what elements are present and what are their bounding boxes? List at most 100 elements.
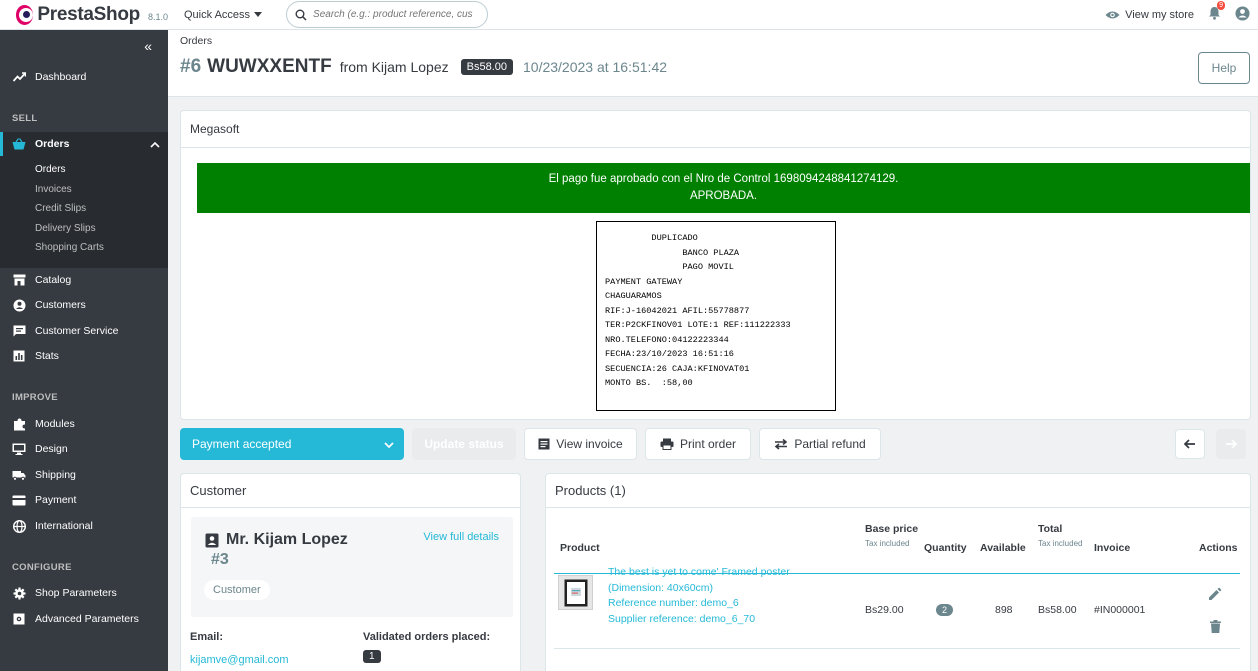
product-available: 898 (995, 604, 1013, 616)
product-details[interactable]: The best is yet to come' Framed poster (… (608, 565, 790, 627)
store-icon (12, 273, 26, 287)
page-header: Orders #6 WUWXXENTF from Kijam Lopez Bs5… (168, 30, 1258, 97)
base-price-header-text: Base price (865, 523, 919, 535)
chevron-down-icon (384, 438, 394, 452)
brand-logo[interactable]: PrestaShop 8.1.0 (0, 4, 168, 26)
sidebar: « Dashboard SELL Orders Orders Invoices … (0, 30, 168, 671)
approval-status: APROBADA. (689, 190, 758, 202)
base-price-header-note: Tax included (865, 539, 910, 548)
sidebar-item-stats[interactable]: Stats (0, 344, 168, 368)
order-number: #6 (180, 56, 202, 77)
approval-message: El pago fue aprobado con el Nro de Contr… (548, 173, 899, 185)
page-title: #6 WUWXXENTF from Kijam Lopez Bs58.00 10… (180, 56, 667, 78)
product-reference: Reference number: demo_6 (608, 597, 739, 609)
sidebar-label-orders: Orders (35, 138, 70, 150)
orders-submenu: Orders Invoices Credit Slips Delivery Sl… (0, 156, 168, 268)
column-header-base-price: Base price Tax included (865, 522, 920, 551)
collapse-sidebar-icon[interactable]: « (144, 38, 152, 54)
view-store-label: View my store (1125, 8, 1194, 21)
sidebar-item-modules[interactable]: Modules (0, 412, 168, 436)
submenu-item-shopping-carts[interactable]: Shopping Carts (35, 242, 104, 253)
sidebar-item-dashboard[interactable]: Dashboard (0, 65, 168, 89)
column-header-available: Available (980, 542, 1026, 554)
framed-poster-image (564, 579, 587, 606)
customer-card: Mr. Kijam Lopez #3 View full details Cus… (191, 517, 513, 617)
sidebar-item-shipping[interactable]: Shipping (0, 463, 168, 487)
total-header-text: Total (1038, 523, 1063, 535)
sidebar-item-shop-parameters[interactable]: Shop Parameters (0, 581, 168, 605)
total-header-note: Tax included (1038, 539, 1083, 548)
breadcrumb[interactable]: Orders (180, 35, 212, 47)
search-box[interactable] (286, 1, 489, 28)
bar-chart-icon (12, 349, 26, 363)
arrow-right-icon (1226, 439, 1237, 449)
update-status-button[interactable]: Update status (412, 428, 516, 460)
customer-panel-title: Customer (181, 474, 520, 508)
order-customer: from Kijam Lopez (339, 59, 449, 75)
email-label: Email: (190, 631, 224, 643)
sidebar-item-international[interactable]: International (0, 514, 168, 538)
sidebar-item-advanced-parameters[interactable]: Advanced Parameters (0, 607, 168, 631)
product-name: The best is yet to come' Framed poster (608, 566, 790, 578)
view-invoice-button[interactable]: View invoice (524, 428, 637, 460)
partial-refund-button[interactable]: Partial refund (759, 428, 881, 460)
view-invoice-label: View invoice (556, 437, 623, 451)
prestashop-logo-icon (16, 4, 34, 25)
products-panel-title: Products (1) (546, 474, 1250, 508)
print-order-label: Print order (679, 437, 737, 451)
sidebar-item-design[interactable]: Design (0, 437, 168, 461)
sidebar-item-customers[interactable]: Customers (0, 293, 168, 317)
column-header-actions: Actions (1199, 542, 1238, 554)
printer-icon (660, 438, 674, 450)
sidebar-label-design: Design (35, 443, 68, 455)
sidebar-label-shipping: Shipping (35, 469, 76, 481)
search-icon (295, 9, 307, 21)
product-supplier-reference: Supplier reference: demo_6_70 (608, 612, 756, 625)
caret-down-icon (254, 12, 263, 17)
view-full-details-link[interactable]: View full details (423, 531, 499, 543)
voucher-text: DUPLICADO BANCO PLAZA PAGO MOVIL PAYMENT… (605, 233, 791, 388)
quick-access-dropdown[interactable]: Quick Access (184, 9, 263, 21)
submenu-item-invoices[interactable]: Invoices (35, 184, 72, 195)
sidebar-label-customers: Customers (35, 299, 86, 311)
view-store-link[interactable]: View my store (1105, 9, 1194, 21)
contact-card-icon (205, 533, 219, 547)
sidebar-item-orders[interactable]: Orders (0, 132, 168, 156)
delete-trash-icon[interactable] (1210, 620, 1221, 636)
account-circle-icon (12, 298, 26, 312)
notifications-button[interactable]: 9 (1208, 1, 1225, 23)
print-order-button[interactable]: Print order (645, 428, 751, 460)
brand-name: PrestaShop (37, 3, 140, 25)
submenu-item-delivery-slips[interactable]: Delivery Slips (35, 223, 96, 234)
swap-arrows-icon (775, 438, 788, 450)
basket-icon (12, 137, 26, 151)
order-status-select[interactable]: Payment accepted (180, 428, 404, 460)
product-thumbnail[interactable] (558, 575, 593, 610)
account-button[interactable] (1235, 6, 1250, 24)
sidebar-label-payment: Payment (35, 494, 77, 506)
customer-email-link[interactable]: kijamve@gmail.com (190, 654, 289, 666)
top-header: PrestaShop 8.1.0 Quick Access View my st… (0, 0, 1258, 30)
sidebar-label-dashboard: Dashboard (35, 71, 87, 83)
customer-name: Mr. Kijam Lopez (205, 531, 348, 549)
section-configure: CONFIGURE (12, 562, 72, 573)
column-header-product: Product (560, 542, 600, 554)
search-input[interactable] (313, 9, 474, 20)
previous-order-button[interactable] (1175, 429, 1205, 459)
submenu-item-credit-slips[interactable]: Credit Slips (35, 203, 86, 214)
megasoft-panel: Megasoft El pago fue aprobado con el Nro… (180, 110, 1251, 420)
next-order-button[interactable] (1216, 429, 1246, 459)
sidebar-label-catalog: Catalog (35, 274, 72, 286)
credit-card-icon (12, 493, 26, 507)
submenu-item-orders[interactable]: Orders (35, 164, 66, 175)
sidebar-item-catalog[interactable]: Catalog (0, 268, 168, 292)
order-total-badge: Bs58.00 (460, 59, 513, 75)
sidebar-label-stats: Stats (35, 350, 59, 362)
help-button[interactable]: Help (1198, 52, 1250, 84)
edit-pencil-icon[interactable] (1208, 587, 1222, 604)
sidebar-item-customer-service[interactable]: Customer Service (0, 319, 168, 343)
product-dimension: (Dimension: 40x60cm) (608, 581, 714, 594)
eye-icon (1105, 11, 1120, 18)
product-quantity-badge: 2 (936, 604, 954, 616)
sidebar-item-payment[interactable]: Payment (0, 488, 168, 512)
